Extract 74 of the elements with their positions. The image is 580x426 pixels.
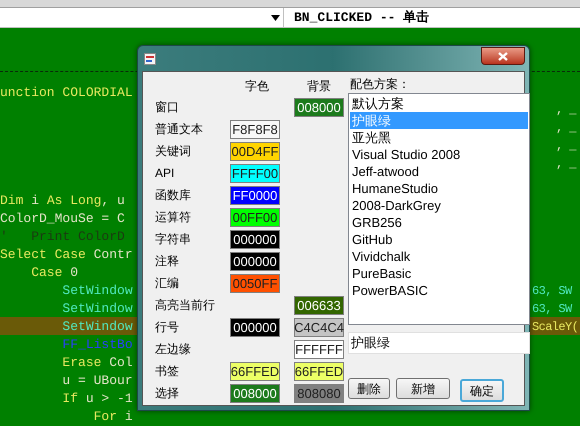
dialog-button[interactable]: 确定 [460,379,504,402]
code-line: , _ [556,103,576,117]
code-line: 63, SW [532,284,572,298]
color-swatch[interactable]: 00FF00 [230,208,280,226]
dialog-button[interactable]: 删除 [348,378,390,399]
code-line: ScaleY( [532,320,578,334]
close-icon [498,52,508,60]
color-swatch[interactable]: 000000 [230,252,280,270]
code-line: , _ [556,139,576,153]
color-swatch[interactable]: FF0000 [230,186,280,204]
code-line: Erase Col [61,355,133,370]
code-line: SetWindow [61,301,133,316]
code-line: u = UBour [61,373,133,388]
fore-color-header: 字色 [244,78,270,95]
color-swatch[interactable]: 66FFED [294,362,344,380]
setting-label: 高亮当前行 [155,297,216,314]
color-swatch[interactable]: FFFF00 [230,164,280,182]
setting-label: 普通文本 [155,121,204,138]
color-swatch[interactable]: 00D4FF [230,142,280,160]
setting-label: 函数库 [155,187,192,204]
code-line: , _ [556,157,576,171]
scheme-item[interactable]: Visual Studio 2008 [350,146,528,163]
color-swatch[interactable]: 66FFED [230,362,280,380]
back-color-header: 背景 [306,78,331,95]
code-line: ' Print ColorD [0,229,125,244]
scheme-item[interactable]: 默认方案 [350,95,528,112]
scheme-item[interactable]: Jeff-atwood [350,163,528,180]
code-line: ColorD_MouSe = C [0,211,125,226]
color-swatch[interactable]: 008000 [294,98,344,116]
code-line: For i [92,409,133,424]
dialog-button[interactable]: 新增 [396,378,450,399]
color-swatch[interactable]: 000000 [230,318,280,336]
scheme-item[interactable]: GitHub [350,231,528,248]
scheme-item[interactable]: Vividchalk [350,248,528,265]
code-line: SetWindow [61,283,133,298]
scheme-item[interactable]: PowerBASIC [350,282,528,299]
color-swatch[interactable]: 808080 [294,384,344,402]
scheme-item[interactable]: PureBasic [350,265,528,282]
scheme-item[interactable]: 2008-DarkGrey [350,197,528,214]
color-swatch[interactable]: C4C4C4 [294,318,344,336]
color-swatch[interactable]: 000000 [230,230,280,248]
setting-label: 窗口 [155,99,180,116]
code-line: Select Case Contr [0,247,133,262]
color-swatch[interactable]: F8F8F8 [230,120,280,138]
setting-label: API [155,165,176,182]
dropdown-arrow-icon [271,14,280,20]
code-line: Case 0 [30,265,78,280]
code-line: If u > -1 [61,391,133,406]
code-line: SetWindow [61,319,133,334]
setting-label: 汇编 [155,275,180,292]
app-icon [144,52,156,64]
color-swatch[interactable]: 008000 [230,384,280,402]
scheme-label: 配色方案： [349,77,411,91]
scheme-item[interactable]: 亚光黑 [350,129,528,146]
setting-label: 字符串 [155,231,192,248]
setting-label: 行号 [155,319,180,336]
color-swatch[interactable]: FFFFFF [294,340,344,358]
close-button[interactable] [481,47,525,65]
color-swatch[interactable]: 0050FF [230,274,280,292]
color-swatch[interactable]: 006633 [294,296,344,314]
setting-label: 注释 [155,253,180,270]
code-line: FF_ListBo [61,337,133,352]
scheme-item[interactable]: GRB256 [350,214,528,231]
code-line: , _ [556,121,576,135]
code-line: 63, SW [532,302,572,316]
code-line: Dim i As Long, u [0,193,125,208]
scheme-name-field[interactable]: 护眼绿 [348,332,530,354]
setting-label: 左边缘 [155,341,192,358]
setting-label: 运算符 [155,209,192,226]
setting-label: 书签 [155,363,180,380]
scheme-item[interactable]: HumaneStudio [350,180,528,197]
setting-label: 关键词 [155,143,192,160]
setting-label: 选择 [155,385,180,402]
code-line: unction COLORDIAL [0,85,133,100]
